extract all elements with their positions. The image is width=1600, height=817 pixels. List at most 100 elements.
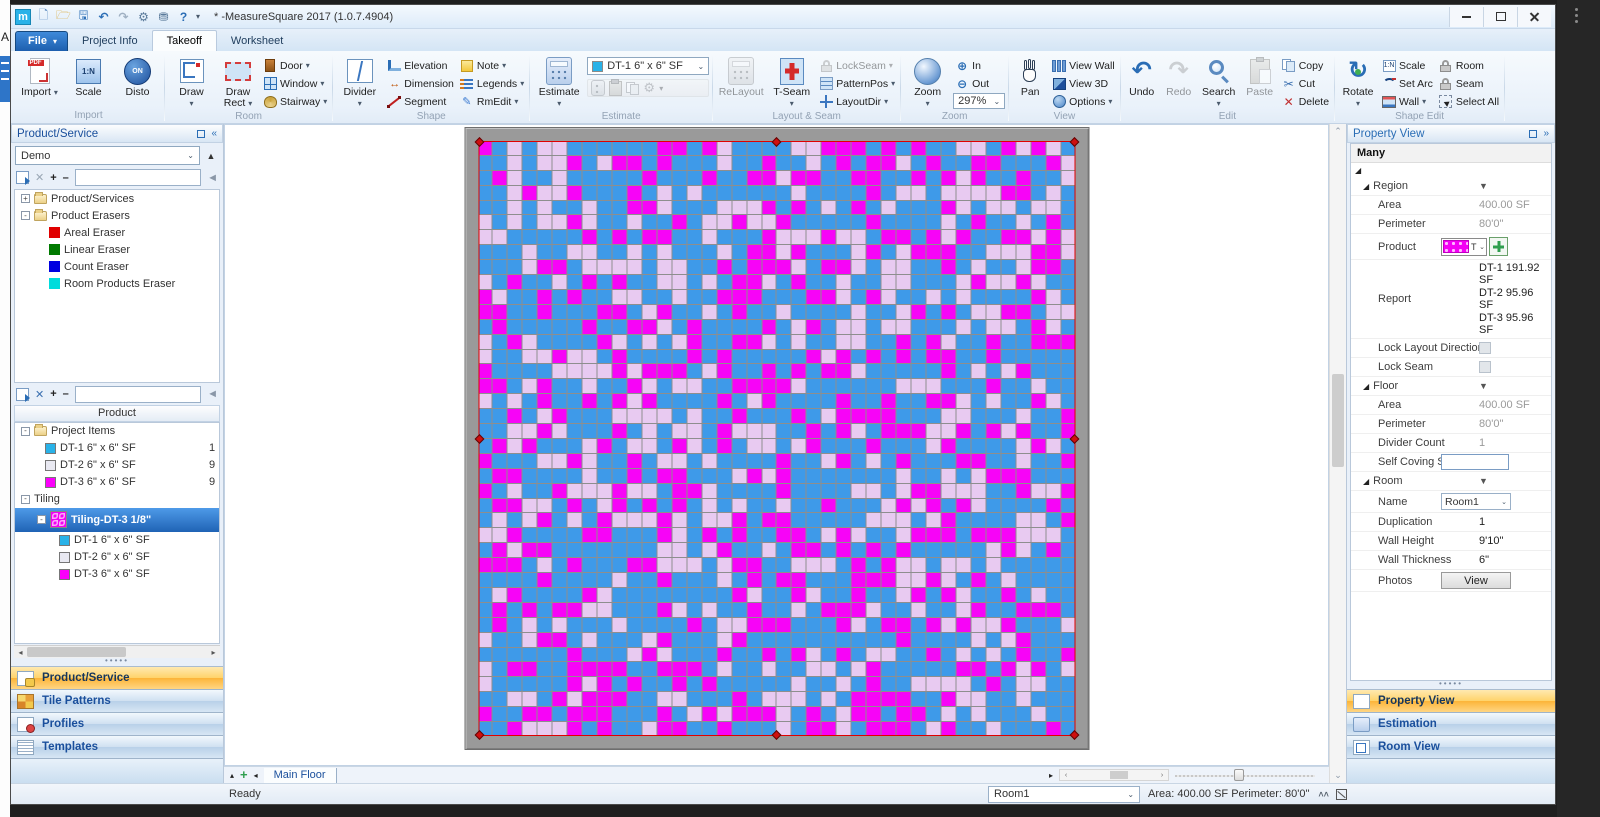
tile[interactable] bbox=[508, 469, 522, 483]
tile[interactable] bbox=[912, 499, 926, 513]
tile[interactable] bbox=[1046, 409, 1060, 423]
tile[interactable] bbox=[971, 484, 985, 498]
tile[interactable] bbox=[986, 394, 1000, 408]
tile[interactable] bbox=[941, 633, 955, 647]
tile[interactable] bbox=[956, 320, 970, 334]
tile[interactable] bbox=[493, 424, 507, 438]
tile[interactable] bbox=[732, 230, 746, 244]
tile[interactable] bbox=[822, 141, 836, 155]
tile[interactable] bbox=[912, 633, 926, 647]
tile[interactable] bbox=[493, 156, 507, 170]
tile[interactable] bbox=[792, 275, 806, 289]
tile[interactable] bbox=[1061, 469, 1075, 483]
tile[interactable] bbox=[837, 215, 851, 229]
tile[interactable] bbox=[926, 692, 940, 706]
undo-button[interactable]: ↶ Undo bbox=[1124, 55, 1160, 99]
tile[interactable] bbox=[717, 275, 731, 289]
tile[interactable] bbox=[912, 588, 926, 602]
tile[interactable] bbox=[956, 677, 970, 691]
tile[interactable] bbox=[852, 305, 866, 319]
tile[interactable] bbox=[538, 439, 552, 453]
tile[interactable] bbox=[867, 290, 881, 304]
tile[interactable] bbox=[777, 484, 791, 498]
tile[interactable] bbox=[687, 662, 701, 676]
tile[interactable] bbox=[538, 543, 552, 557]
tile[interactable] bbox=[598, 677, 612, 691]
tile[interactable] bbox=[1061, 528, 1075, 542]
tile[interactable] bbox=[837, 722, 851, 736]
tile[interactable] bbox=[598, 633, 612, 647]
tile[interactable] bbox=[747, 215, 761, 229]
tile[interactable] bbox=[852, 260, 866, 274]
tile[interactable] bbox=[897, 290, 911, 304]
tile[interactable] bbox=[717, 707, 731, 721]
tile[interactable] bbox=[956, 379, 970, 393]
tile[interactable] bbox=[1016, 662, 1030, 676]
tile[interactable] bbox=[956, 484, 970, 498]
tile[interactable] bbox=[926, 335, 940, 349]
tile[interactable] bbox=[747, 513, 761, 527]
tile[interactable] bbox=[642, 156, 656, 170]
tile[interactable] bbox=[568, 320, 582, 334]
tile[interactable] bbox=[508, 156, 522, 170]
tile[interactable] bbox=[956, 469, 970, 483]
tile[interactable] bbox=[478, 156, 492, 170]
tile[interactable] bbox=[583, 335, 597, 349]
tile[interactable] bbox=[1046, 156, 1060, 170]
tile[interactable] bbox=[523, 513, 537, 527]
tile[interactable] bbox=[538, 379, 552, 393]
tile[interactable] bbox=[867, 454, 881, 468]
tile[interactable] bbox=[956, 707, 970, 721]
tile[interactable] bbox=[478, 305, 492, 319]
tile[interactable] bbox=[583, 364, 597, 378]
tile[interactable] bbox=[1001, 573, 1015, 587]
tile[interactable] bbox=[717, 677, 731, 691]
tile[interactable] bbox=[926, 379, 940, 393]
tile[interactable] bbox=[732, 692, 746, 706]
tile[interactable] bbox=[837, 350, 851, 364]
tile[interactable] bbox=[1016, 603, 1030, 617]
tile[interactable] bbox=[852, 722, 866, 736]
tile[interactable] bbox=[971, 528, 985, 542]
tile[interactable] bbox=[642, 335, 656, 349]
tile[interactable] bbox=[971, 409, 985, 423]
tile[interactable] bbox=[1031, 543, 1045, 557]
tile[interactable] bbox=[852, 394, 866, 408]
tile[interactable] bbox=[702, 364, 716, 378]
tile[interactable] bbox=[792, 469, 806, 483]
tile[interactable] bbox=[837, 543, 851, 557]
tile[interactable] bbox=[538, 364, 552, 378]
tile[interactable] bbox=[986, 722, 1000, 736]
tile[interactable] bbox=[867, 156, 881, 170]
tile[interactable] bbox=[672, 722, 686, 736]
tile[interactable] bbox=[523, 499, 537, 513]
tile[interactable] bbox=[493, 573, 507, 587]
tile[interactable] bbox=[553, 424, 567, 438]
tile[interactable] bbox=[956, 603, 970, 617]
prev-floor-icon[interactable]: ◂ bbox=[254, 771, 258, 780]
tile[interactable] bbox=[1016, 692, 1030, 706]
tile[interactable] bbox=[568, 245, 582, 259]
tile[interactable] bbox=[852, 618, 866, 632]
tile[interactable] bbox=[777, 528, 791, 542]
tile[interactable] bbox=[822, 633, 836, 647]
tile[interactable] bbox=[971, 305, 985, 319]
tile[interactable] bbox=[538, 394, 552, 408]
tile[interactable] bbox=[657, 469, 671, 483]
tile[interactable] bbox=[523, 439, 537, 453]
tile[interactable] bbox=[956, 215, 970, 229]
tile[interactable] bbox=[897, 364, 911, 378]
tile[interactable] bbox=[1046, 662, 1060, 676]
tree-item-row[interactable]: Areal Eraser bbox=[15, 224, 219, 241]
tile[interactable] bbox=[941, 215, 955, 229]
tile[interactable] bbox=[478, 260, 492, 274]
tile[interactable] bbox=[523, 454, 537, 468]
tile[interactable] bbox=[493, 201, 507, 215]
tile[interactable] bbox=[672, 364, 686, 378]
tile[interactable] bbox=[762, 230, 776, 244]
tile[interactable] bbox=[747, 305, 761, 319]
tile[interactable] bbox=[598, 707, 612, 721]
tile[interactable] bbox=[777, 662, 791, 676]
tile[interactable] bbox=[672, 439, 686, 453]
tile[interactable] bbox=[986, 558, 1000, 572]
